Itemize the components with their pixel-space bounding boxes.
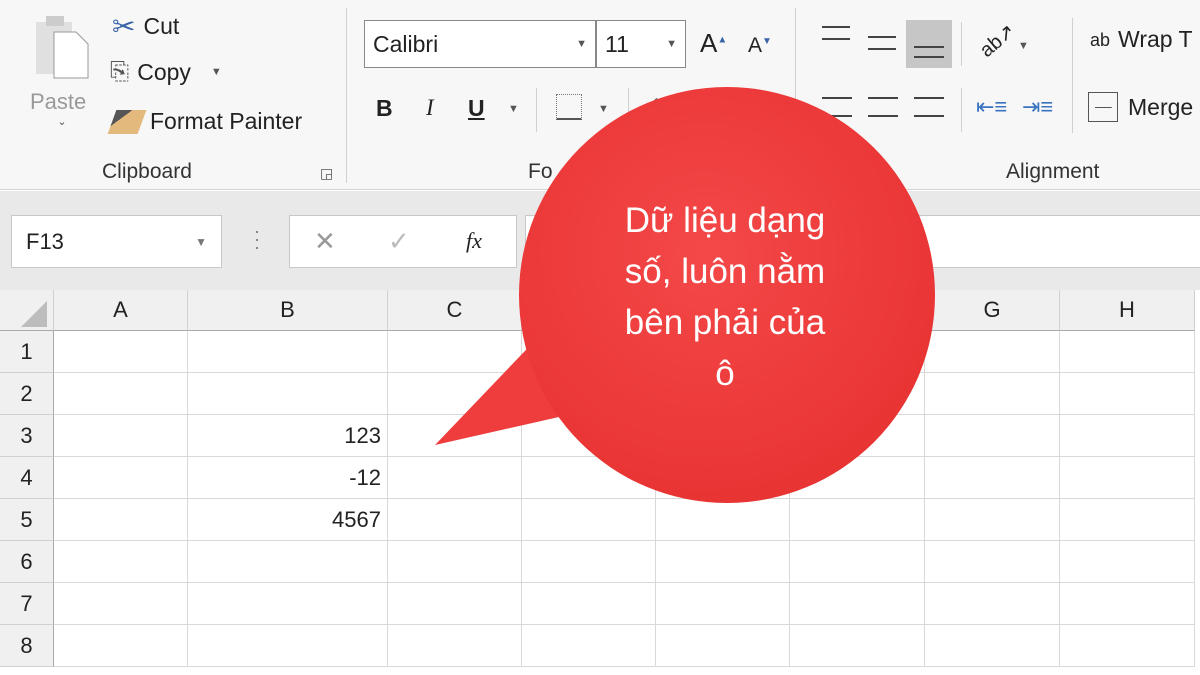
callout-line: số, luôn nằm: [624, 252, 826, 291]
callout-line: Dữ liệu dạng: [624, 201, 826, 240]
callout-line: bên phải của: [624, 303, 826, 342]
callout-text: Dữ liệu dạng số, luôn nằm bên phải của ô: [560, 195, 890, 399]
callout-line: ô: [715, 354, 735, 393]
